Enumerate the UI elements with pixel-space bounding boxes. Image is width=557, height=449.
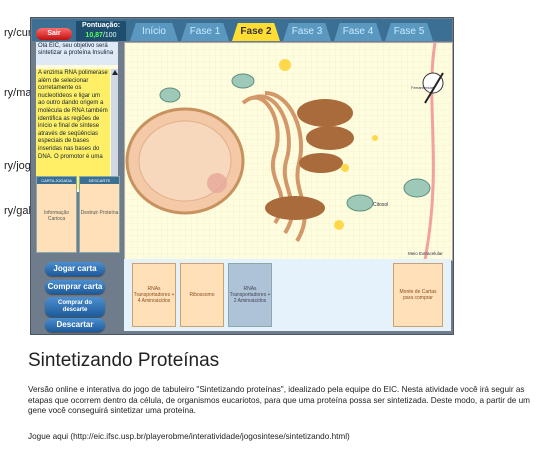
game-frame[interactable]: Sair Pontuação: 10,87/100 Início Fase 1 …: [30, 17, 454, 335]
exit-button[interactable]: Sair: [36, 28, 72, 40]
tab-fase-2[interactable]: Fase 2: [232, 23, 280, 41]
tab-fase-1[interactable]: Fase 1: [181, 23, 229, 41]
draw-deck[interactable]: Monte de Cartas para comprar: [393, 263, 443, 327]
game-topbar: Sair Pontuação: 10,87/100 Início Fase 1 …: [32, 19, 452, 41]
discard-text: Destruir Proteína: [80, 210, 119, 216]
buy-card-button[interactable]: Comprar carta: [45, 280, 105, 294]
played-card-text: Informação Carioca: [43, 210, 69, 222]
buy-discard-button[interactable]: Comprar do descarte: [45, 297, 105, 317]
description-text: Versão online e interativa do jogo de ta…: [28, 385, 530, 415]
page-title: Sintetizando Proteínas: [28, 350, 220, 371]
hand-card-2[interactable]: Ribossomo: [180, 263, 224, 327]
info-scrollbar[interactable]: [111, 69, 118, 189]
objective-text: Olá EIC, seu objetivo será sintetizar a …: [36, 42, 118, 65]
tab-fase-3[interactable]: Fase 3: [283, 23, 331, 41]
extracellular-label: Meio Extracelular: [408, 251, 443, 256]
hand-card-1[interactable]: RNAs Transportadores + 4 Aminoácidos: [132, 263, 176, 327]
mitochondrion: [403, 178, 431, 198]
mitochondrion: [159, 87, 181, 103]
hand-area: RNAs Transportadores + 4 Aminoácidos Rib…: [124, 259, 451, 331]
tools-label: Ferramentas: [411, 85, 434, 90]
tab-fase-5[interactable]: Fase 5: [385, 23, 433, 41]
tab-fase-4[interactable]: Fase 4: [334, 23, 382, 41]
info-text: A enzima RNA polimerase além de selecion…: [36, 69, 110, 189]
cytosol-label: Citosol: [373, 202, 388, 208]
played-card-slot[interactable]: CARTA JOGADA Informação Carioca: [36, 176, 77, 253]
played-card-header: CARTA JOGADA: [37, 177, 76, 184]
mitochondrion: [346, 194, 374, 212]
play-link[interactable]: Jogue aqui (http://eic.ifsc.usp.br/playe…: [28, 432, 350, 441]
scroll-up-icon[interactable]: [112, 70, 118, 75]
cell-scene[interactable]: Citosol Meio Extracelular Ferramentas: [124, 42, 453, 261]
instructions-panel: Olá EIC, seu objetivo será sintetizar a …: [36, 42, 118, 192]
play-card-button[interactable]: Jogar carta: [45, 262, 105, 276]
cell-illustration: Citosol Meio Extracelular Ferramentas: [125, 43, 452, 260]
score-label: Pontuação:: [81, 22, 121, 29]
mitochondrion: [231, 73, 255, 89]
tab-inicio[interactable]: Início: [130, 23, 178, 41]
discard-slot[interactable]: DESCARTE Destruir Proteína: [79, 176, 120, 253]
score-value: 10,87/100: [85, 32, 117, 39]
discard-header: DESCARTE: [80, 177, 119, 184]
hand-card-3[interactable]: RNAs Transportadores + 2 Aminoácidos: [228, 263, 272, 327]
score-display: Pontuação: 10,87/100: [76, 21, 126, 41]
discard-button[interactable]: Descartar: [45, 318, 105, 332]
